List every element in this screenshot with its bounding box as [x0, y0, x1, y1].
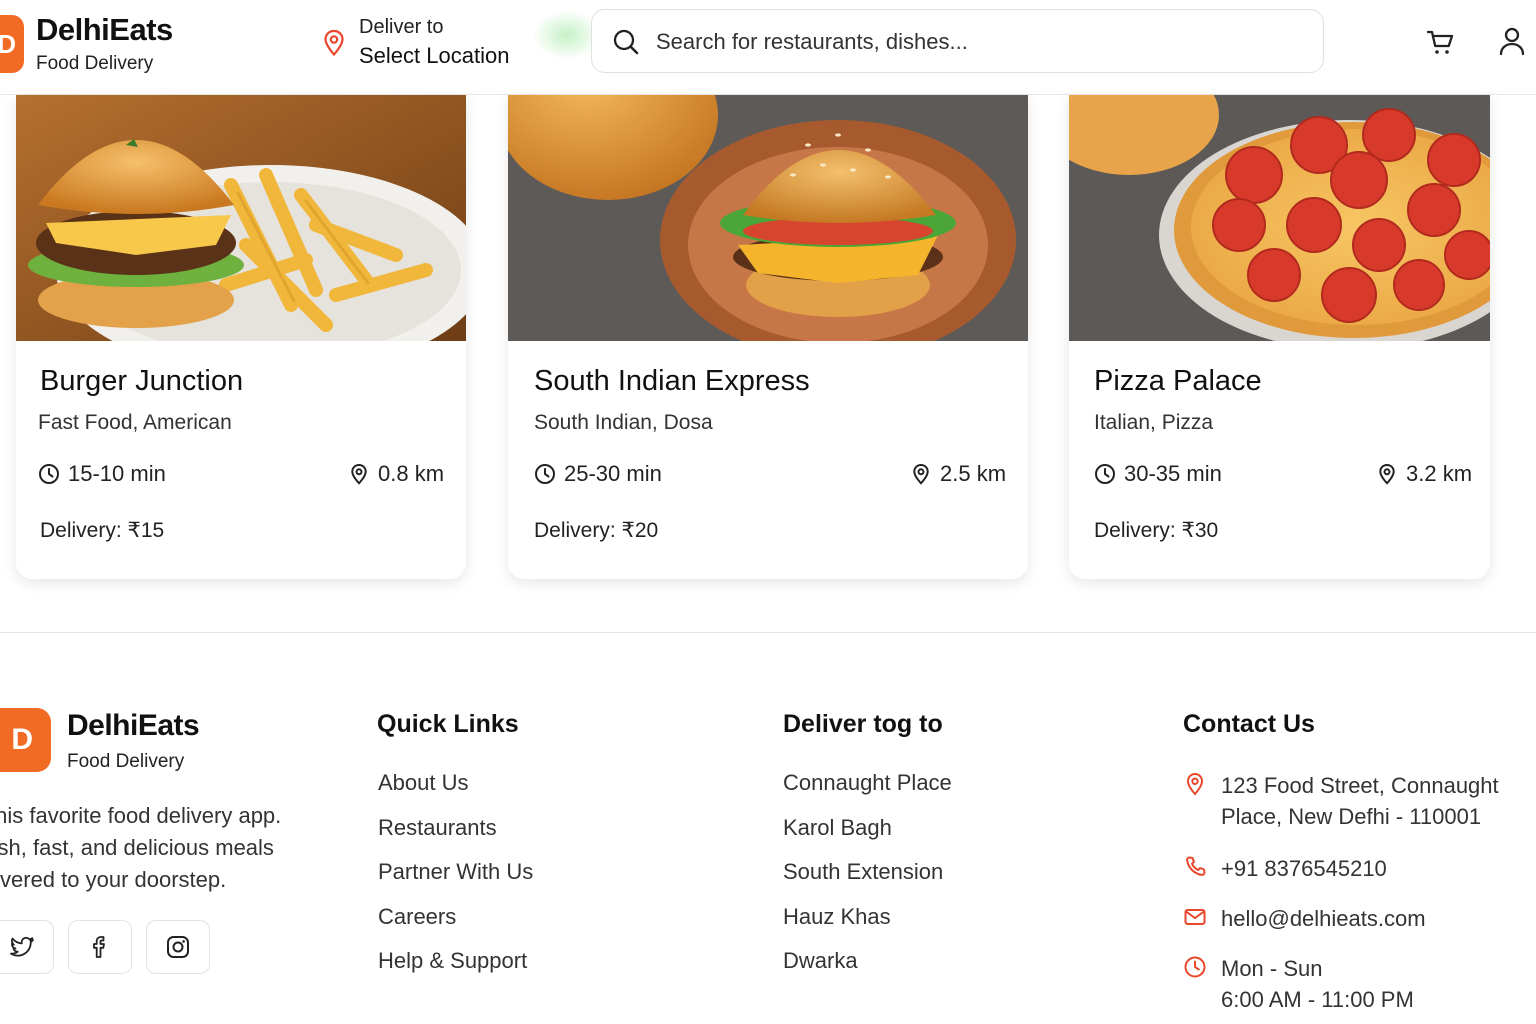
deliver-to-title: Deliver tog to — [783, 710, 943, 738]
restaurant-name[interactable]: Burger Junction — [40, 365, 243, 398]
area-link-karol-bagh[interactable]: Karol Bagh — [783, 815, 952, 860]
map-pin-icon — [351, 463, 367, 485]
footer-link-restaurants[interactable]: Restaurants — [378, 815, 533, 860]
instagram-button[interactable] — [146, 920, 210, 974]
delivery-time: 25-30 min — [534, 461, 662, 487]
delivery-areas-list: Connaught Place Karol Bagh South Extensi… — [783, 770, 952, 993]
restaurant-cuisine: South Indian, Dosa — [534, 411, 713, 434]
quick-links-title: Quick Links — [377, 710, 519, 738]
restaurant-card[interactable]: South Indian Express South Indian, Dosa … — [508, 95, 1028, 579]
instagram-icon — [167, 936, 189, 958]
contact-email[interactable]: hello@delhieats.com — [1183, 903, 1426, 934]
top-navbar: D DelhiEats Food Delivery Deliver to Sel… — [0, 0, 1536, 95]
delivery-fee: Delivery: ₹20 — [534, 519, 659, 542]
contact-hours-text: Mon - Sun 6:00 AM - 11:00 PM — [1221, 956, 1414, 1012]
brand-name[interactable]: DelhiEats — [36, 12, 173, 48]
contact-address-text: 123 Food Street, Connaught Place, New De… — [1221, 773, 1499, 829]
clock-icon — [39, 464, 59, 484]
footer-logo-badge[interactable]: D — [0, 708, 51, 772]
search-input[interactable] — [656, 22, 1296, 62]
footer-link-about-us[interactable]: About Us — [378, 770, 533, 815]
area-link-hauz-khas[interactable]: Hauz Khas — [783, 904, 952, 949]
map-pin-icon — [1379, 463, 1395, 485]
delivery-time: 30-35 min — [1094, 461, 1222, 487]
delivery-time-value: 15-10 min — [68, 461, 166, 486]
footer-link-careers[interactable]: Careers — [378, 904, 533, 949]
footer-brand-name[interactable]: DelhiEats — [67, 709, 200, 743]
distance-value: 3.2 km — [1406, 461, 1473, 486]
search-icon — [613, 29, 639, 55]
footer-description-line: elivered to your doorstep. — [0, 867, 227, 892]
restaurant-cuisine: Italian, Pizza — [1094, 411, 1214, 434]
quick-links-list: About Us Restaurants Partner With Us Car… — [378, 770, 533, 993]
restaurant-name[interactable]: South Indian Express — [534, 365, 810, 398]
map-pin-icon — [1186, 772, 1204, 796]
contact-title: Contact Us — [1183, 710, 1315, 738]
distance: 2.5 km — [910, 461, 1006, 487]
distance-value: 0.8 km — [378, 461, 445, 486]
footer-link-partner[interactable]: Partner With Us — [378, 859, 533, 904]
restaurant-name[interactable]: Pizza Palace — [1094, 365, 1262, 398]
footer-divider — [0, 632, 1536, 633]
map-pin-icon[interactable] — [322, 29, 346, 57]
mail-icon — [1184, 909, 1206, 925]
footer-description-line: resh, fast, and delicious meals — [0, 835, 274, 860]
area-link-connaught-place[interactable]: Connaught Place — [783, 770, 952, 815]
contact-phone[interactable]: +91 8376545210 — [1183, 853, 1387, 884]
distance: 0.8 km — [348, 461, 444, 487]
delivery-fee: Delivery: ₹15 — [40, 519, 165, 542]
twitter-button[interactable] — [0, 920, 54, 974]
footer-description: elhis favorite food delivery app. resh, … — [0, 800, 328, 896]
facebook-button[interactable] — [68, 920, 132, 974]
brand-tagline: Food Delivery — [36, 53, 154, 74]
restaurant-card[interactable]: Pizza Palace Italian, Pizza 30-35 min 3.… — [1069, 95, 1490, 579]
footer-brand-tagline: Food Delivery — [67, 751, 185, 772]
area-link-south-extension[interactable]: South Extension — [783, 859, 952, 904]
restaurant-image[interactable] — [1069, 95, 1490, 341]
delivery-time-value: 25-30 min — [564, 461, 662, 486]
twitter-icon — [10, 936, 34, 957]
search-bar[interactable] — [591, 9, 1324, 73]
clock-icon — [535, 464, 555, 484]
restaurant-card[interactable]: Burger Junction Fast Food, American 15-1… — [16, 95, 466, 579]
delivery-fee: Delivery: ₹30 — [1094, 519, 1219, 542]
restaurant-image[interactable] — [508, 95, 1028, 341]
distance: 3.2 km — [1376, 461, 1472, 487]
contact-email-text[interactable]: hello@delhieats.com — [1221, 903, 1426, 934]
clock-icon — [1095, 464, 1115, 484]
area-link-dwarka[interactable]: Dwarka — [783, 948, 952, 993]
clock-icon — [1184, 956, 1206, 978]
contact-phone-text[interactable]: +91 8376545210 — [1221, 853, 1387, 884]
phone-icon — [1186, 856, 1206, 876]
footer-description-line: elhis favorite food delivery app. — [0, 803, 282, 828]
user-icon[interactable] — [1498, 26, 1526, 56]
delivery-time-value: 30-35 min — [1124, 461, 1222, 486]
restaurant-image[interactable] — [16, 95, 466, 341]
delivery-time: 15-10 min — [38, 461, 166, 487]
logo-badge[interactable]: D — [0, 15, 24, 73]
restaurant-cuisine: Fast Food, American — [38, 411, 232, 434]
cart-icon[interactable] — [1425, 27, 1455, 57]
contact-hours: Mon - Sun 6:00 AM - 11:00 PM — [1183, 953, 1414, 1015]
location-selector[interactable]: Select Location — [359, 43, 509, 69]
facebook-icon — [93, 936, 105, 958]
distance-value: 2.5 km — [940, 461, 1007, 486]
deliver-to-label[interactable]: Deliver to — [359, 16, 443, 39]
map-pin-icon — [913, 463, 929, 485]
footer-link-help[interactable]: Help & Support — [378, 948, 533, 993]
contact-address: 123 Food Street, Connaught Place, New De… — [1183, 770, 1499, 832]
